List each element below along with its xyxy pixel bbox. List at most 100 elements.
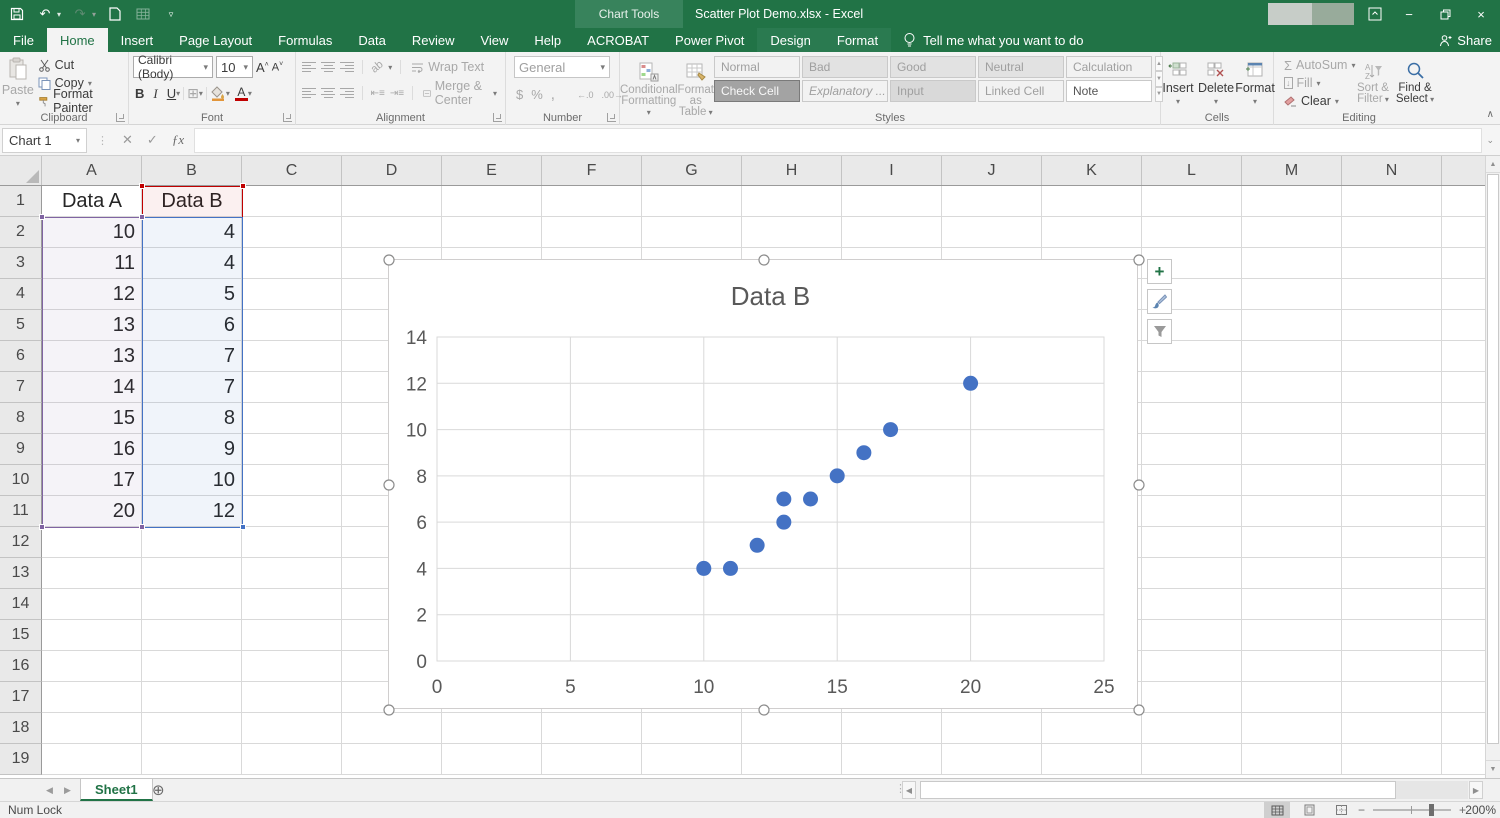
column-header-E[interactable]: E	[442, 156, 542, 185]
font-dialog-launcher[interactable]	[283, 113, 292, 122]
font-size-combo[interactable]: 10 ▾	[216, 56, 253, 78]
cell-style-good[interactable]: Good	[889, 56, 976, 78]
currency-format-button[interactable]: $	[516, 87, 523, 102]
number-dialog-launcher[interactable]	[607, 113, 616, 122]
align-top-icon[interactable]	[302, 61, 316, 73]
row-header-16[interactable]: 16	[0, 651, 42, 682]
clear-button[interactable]: Clear ▾	[1282, 92, 1352, 110]
merge-center-button[interactable]: Merge & Center ▾	[421, 79, 499, 107]
align-center-icon[interactable]	[321, 87, 335, 99]
wrap-text-button[interactable]: Wrap Text	[409, 58, 486, 76]
row-header-10[interactable]: 10	[0, 465, 42, 496]
tab-view[interactable]: View	[467, 28, 521, 52]
row-header-6[interactable]: 6	[0, 341, 42, 372]
paste-button[interactable]: Paste ▾	[0, 52, 36, 110]
font-name-combo[interactable]: Calibri (Body) ▾	[133, 53, 213, 81]
page-layout-view-button[interactable]	[1296, 802, 1322, 818]
row-header-8[interactable]: 8	[0, 403, 42, 434]
normal-view-button[interactable]	[1264, 802, 1290, 818]
cancel-entry-icon[interactable]: ✕	[122, 132, 133, 148]
clipboard-dialog-launcher[interactable]	[116, 113, 125, 122]
redo-button[interactable]: ↷	[71, 5, 89, 23]
cell-style-bad[interactable]: Bad	[801, 56, 888, 78]
cell-style-normal[interactable]: Normal	[713, 56, 800, 78]
range-handle[interactable]	[139, 183, 145, 189]
chart-filters-button[interactable]	[1147, 319, 1172, 344]
italic-button[interactable]: I	[153, 86, 157, 102]
bold-button[interactable]: B	[135, 86, 144, 101]
column-header-H[interactable]: H	[742, 156, 842, 185]
chart-selection-handle[interactable]	[383, 704, 395, 716]
chart-styles-button[interactable]	[1147, 289, 1172, 314]
column-header-I[interactable]: I	[842, 156, 942, 185]
sort-filter-button[interactable]: AZ Sort & Filter ▾	[1352, 56, 1394, 110]
column-header-G[interactable]: G	[642, 156, 742, 185]
minimize-button[interactable]: −	[1394, 0, 1424, 28]
row-header-7[interactable]: 7	[0, 372, 42, 403]
paste-dropdown-icon[interactable]: ▾	[16, 99, 20, 108]
chart-selection-handle[interactable]	[758, 704, 770, 716]
tell-me-box[interactable]: Tell me what you want to do	[891, 28, 1095, 52]
number-format-combo[interactable]: General ▾	[514, 56, 610, 78]
hscroll-left-icon[interactable]: ◀	[902, 781, 916, 799]
column-header-F[interactable]: F	[542, 156, 642, 185]
name-box-splitter[interactable]: ⋮	[97, 134, 108, 147]
page-break-view-button[interactable]	[1328, 802, 1354, 818]
fill-color-button[interactable]	[210, 86, 226, 101]
cell-style-input[interactable]: Input	[889, 80, 976, 102]
column-header-L[interactable]: L	[1142, 156, 1242, 185]
cell-style-neutral[interactable]: Neutral	[977, 56, 1064, 78]
range-handle[interactable]	[139, 524, 145, 530]
vertical-scrollbar[interactable]: ▲ ▼	[1485, 156, 1500, 778]
row-header-14[interactable]: 14	[0, 589, 42, 620]
select-all-corner[interactable]	[0, 156, 42, 185]
align-left-icon[interactable]	[302, 87, 316, 99]
column-header-M[interactable]: M	[1242, 156, 1342, 185]
row-header-5[interactable]: 5	[0, 310, 42, 341]
sheet-nav-next-icon[interactable]: ▶	[64, 779, 71, 801]
scroll-down-icon[interactable]: ▼	[1486, 760, 1500, 777]
format-painter-button[interactable]: Format Painter	[36, 87, 128, 115]
conditional-formatting-button[interactable]: Conditional Formatting ▾	[620, 56, 678, 118]
column-header-C[interactable]: C	[242, 156, 342, 185]
cell-style-explanatory[interactable]: Explanatory ...	[801, 80, 888, 102]
range-handle[interactable]	[39, 214, 45, 220]
range-handle[interactable]	[39, 524, 45, 530]
tab-power-pivot[interactable]: Power Pivot	[662, 28, 757, 52]
tab-format[interactable]: Format	[823, 28, 892, 52]
formula-bar-expand-icon[interactable]: ⌄	[1486, 135, 1494, 146]
zoom-out-button[interactable]: −	[1358, 803, 1365, 817]
increase-decimal-icon[interactable]: ←.0	[577, 90, 594, 100]
save-icon[interactable]	[8, 5, 26, 23]
decrease-font-size-button[interactable]: A˅	[272, 61, 283, 74]
zoom-slider-thumb[interactable]	[1428, 804, 1434, 816]
chart-selection-handle[interactable]	[758, 254, 770, 266]
vertical-scroll-thumb[interactable]	[1487, 174, 1499, 744]
row-header-15[interactable]: 15	[0, 620, 42, 651]
tab-home[interactable]: Home	[46, 28, 108, 52]
zoom-slider[interactable]	[1372, 804, 1451, 816]
row-header-1[interactable]: 1	[0, 186, 42, 217]
font-color-dropdown-icon[interactable]: ▾	[248, 89, 252, 98]
increase-indent-icon[interactable]: ⇥≡	[390, 88, 404, 99]
tab-help[interactable]: Help	[521, 28, 574, 52]
customize-qat-icon[interactable]: ▿	[162, 5, 180, 23]
font-color-button[interactable]: A	[234, 86, 248, 101]
new-document-icon[interactable]	[106, 5, 124, 23]
chart-elements-button[interactable]: +	[1147, 259, 1172, 284]
share-button[interactable]: Share	[1439, 28, 1492, 52]
horizontal-scroll-thumb[interactable]	[920, 781, 1396, 799]
row-header-12[interactable]: 12	[0, 527, 42, 558]
zoom-percentage[interactable]: 200%	[1465, 803, 1496, 817]
chart-selection-handle[interactable]	[383, 254, 395, 266]
tab-acrobat[interactable]: ACROBAT	[574, 28, 662, 52]
borders-button[interactable]: ⊞	[187, 85, 199, 102]
tab-data[interactable]: Data	[345, 28, 398, 52]
row-header-3[interactable]: 3	[0, 248, 42, 279]
autosum-button[interactable]: Σ AutoSum ▾	[1282, 56, 1355, 74]
hscroll-right-icon[interactable]: ▶	[1469, 781, 1483, 799]
insert-cells-button[interactable]: Insert ▾	[1161, 56, 1195, 106]
scroll-up-icon[interactable]: ▲	[1486, 156, 1500, 173]
fill-color-dropdown-icon[interactable]: ▾	[226, 89, 230, 98]
restore-button[interactable]	[1430, 0, 1460, 28]
